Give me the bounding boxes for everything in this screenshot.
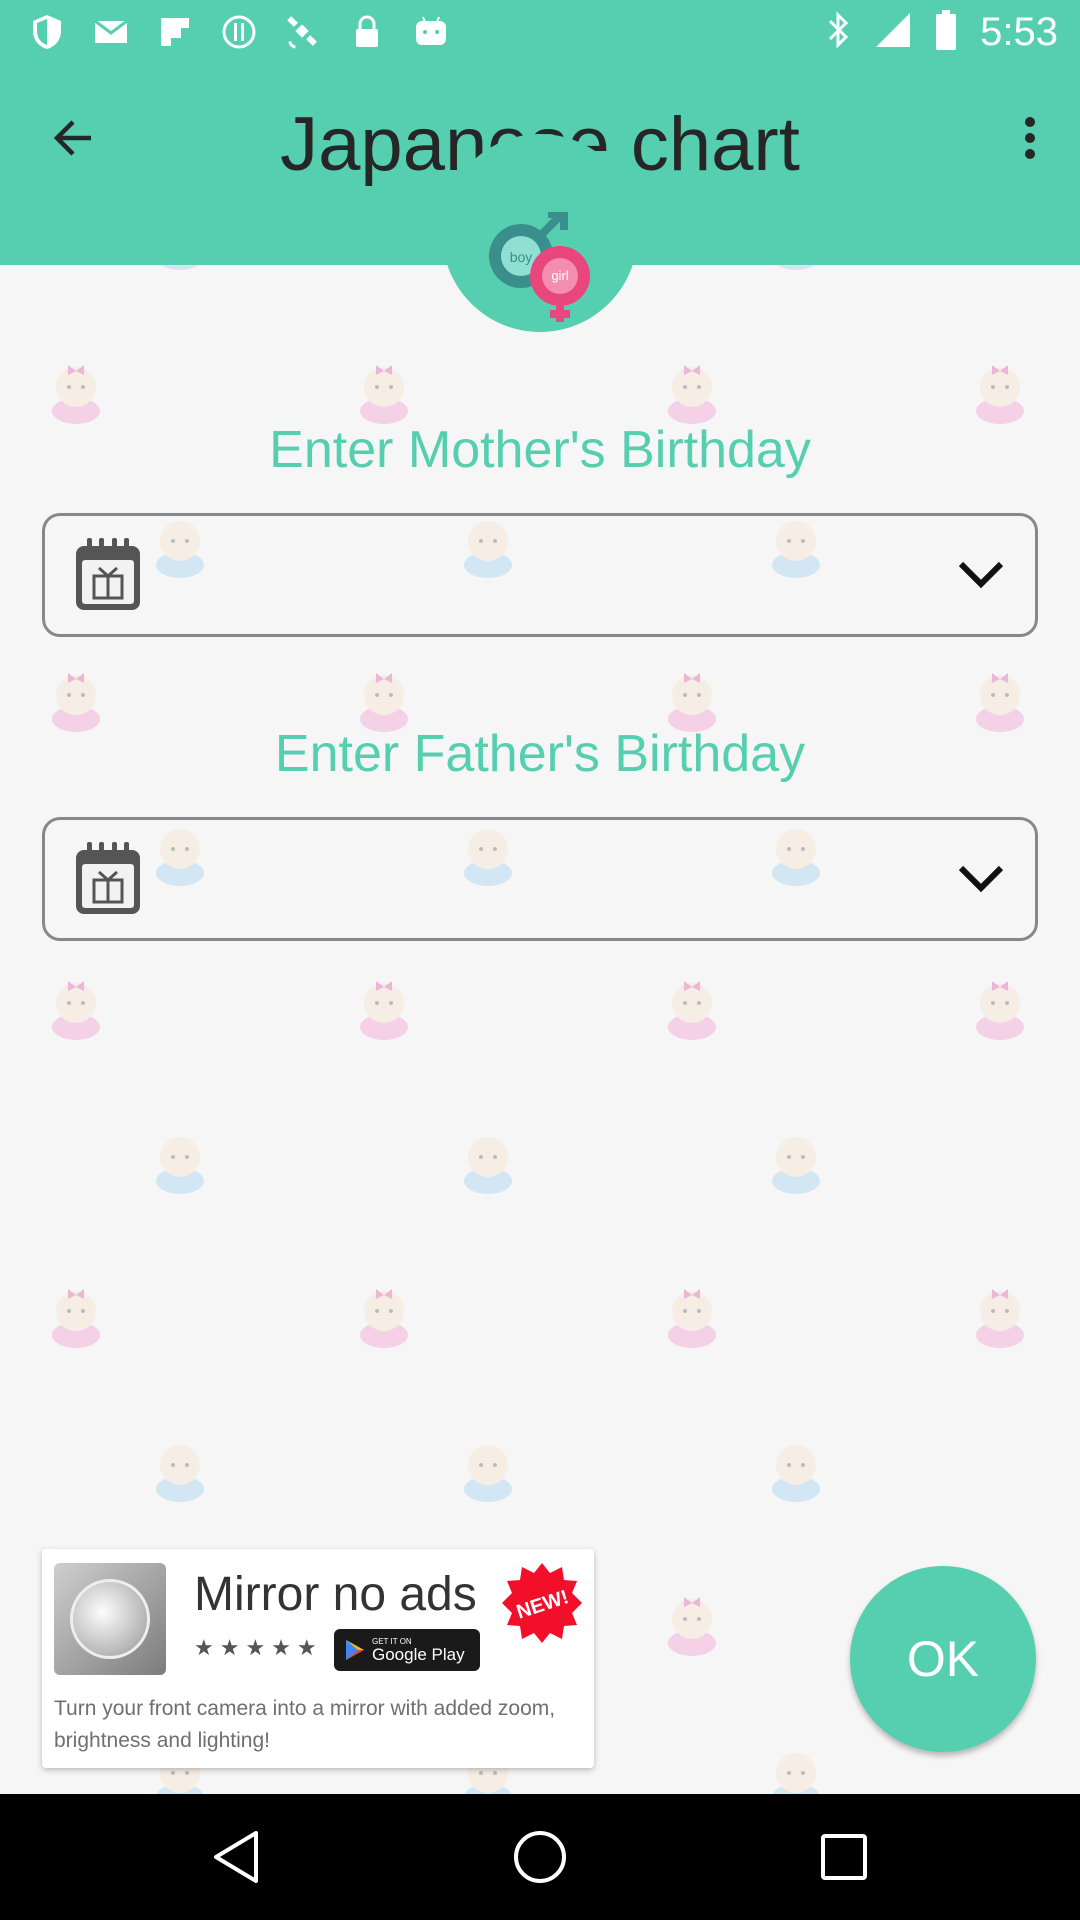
status-icons-left — [28, 10, 450, 54]
nav-home-button[interactable] — [507, 1824, 573, 1890]
baby-boy-pattern-icon — [1074, 1745, 1080, 1795]
calendar-gift-icon — [76, 538, 140, 610]
shield-icon — [28, 13, 66, 51]
baby-girl-pattern-icon — [52, 365, 100, 424]
baby-boy-pattern-icon — [156, 1137, 204, 1194]
ad-description: Turn your front camera into a mirror wit… — [54, 1697, 556, 1752]
baby-boy-pattern-icon — [1074, 1437, 1080, 1503]
alert-icon — [220, 13, 258, 51]
status-time: 5:53 — [980, 9, 1058, 54]
bluetooth-icon — [826, 10, 852, 55]
baby-girl-pattern-icon — [360, 981, 408, 1040]
overflow-menu-button[interactable] — [1000, 105, 1060, 171]
status-icons-right: 5:53 — [826, 8, 1058, 56]
rating-stars: ★★★★★ — [194, 1635, 323, 1660]
baby-girl-pattern-icon — [360, 1289, 408, 1348]
mirror-app-icon — [54, 1563, 166, 1675]
baby-boy-pattern-icon — [1074, 265, 1080, 271]
mail-icon — [92, 13, 130, 51]
square-recents-icon — [821, 1834, 867, 1880]
baby-girl-pattern-icon — [668, 365, 716, 424]
calendar-gift-icon — [76, 842, 140, 914]
chevron-down-icon — [958, 865, 1004, 893]
nav-back-button[interactable] — [203, 1824, 269, 1890]
more-vert-icon — [1025, 117, 1035, 159]
ad-title: Mirror no ads — [194, 1568, 477, 1621]
baby-girl-pattern-icon — [976, 981, 1024, 1040]
baby-girl-pattern-icon — [52, 981, 100, 1040]
baby-girl-pattern-icon — [668, 1289, 716, 1348]
father-birthday-picker[interactable] — [42, 817, 1038, 941]
logo-girl-text: girl — [551, 268, 568, 283]
status-bar: 5:53 — [0, 0, 1080, 63]
baby-boy-pattern-icon — [777, 265, 815, 270]
logo-boy-text: boy — [510, 249, 533, 265]
baby-boy-pattern-icon — [1074, 1129, 1080, 1195]
google-play-big-text: Google Play — [372, 1644, 465, 1664]
baby-boy-pattern-icon — [1074, 513, 1080, 579]
play-store-icon — [346, 1640, 364, 1660]
battery-icon — [934, 9, 958, 56]
ad-banner[interactable]: Mirror no ads NEW! ★★★★★ GET IT ON Googl… — [42, 1549, 594, 1768]
baby-boy-pattern-icon — [772, 1753, 820, 1795]
android-icon — [412, 13, 450, 51]
new-badge-icon: NEW! — [502, 1563, 582, 1643]
triangle-back-icon — [214, 1831, 258, 1883]
baby-boy-pattern-icon — [1074, 821, 1080, 887]
baby-girl-pattern-icon — [360, 365, 408, 424]
baby-boy-pattern-icon — [161, 265, 199, 270]
baby-girl-pattern-icon — [668, 1597, 716, 1656]
baby-boy-pattern-icon — [156, 1445, 204, 1502]
google-play-badge[interactable]: GET IT ON Google Play — [334, 1629, 480, 1671]
mother-birthday-label: Enter Mother's Birthday — [269, 421, 811, 479]
chevron-down-icon — [958, 561, 1004, 589]
mother-birthday-picker[interactable] — [42, 513, 1038, 637]
ok-button[interactable]: OK — [850, 1566, 1036, 1752]
baby-boy-pattern-icon — [464, 1137, 512, 1194]
navigation-bar — [0, 1794, 1080, 1920]
baby-boy-pattern-icon — [772, 1137, 820, 1194]
baby-boy-pattern-icon — [464, 1445, 512, 1502]
lock-icon — [348, 13, 386, 51]
satellite-icon — [284, 13, 322, 51]
baby-girl-pattern-icon — [668, 981, 716, 1040]
gender-logo-icon: boy girl — [489, 212, 590, 322]
baby-girl-pattern-icon — [976, 1289, 1024, 1348]
flipboard-icon — [156, 13, 194, 51]
signal-icon — [874, 11, 912, 54]
baby-girl-pattern-icon — [976, 365, 1024, 424]
baby-boy-pattern-icon — [772, 1445, 820, 1502]
circle-home-icon — [514, 1831, 566, 1883]
nav-recents-button[interactable] — [811, 1824, 877, 1890]
baby-girl-pattern-icon — [52, 1289, 100, 1348]
father-birthday-label: Enter Father's Birthday — [274, 725, 806, 783]
